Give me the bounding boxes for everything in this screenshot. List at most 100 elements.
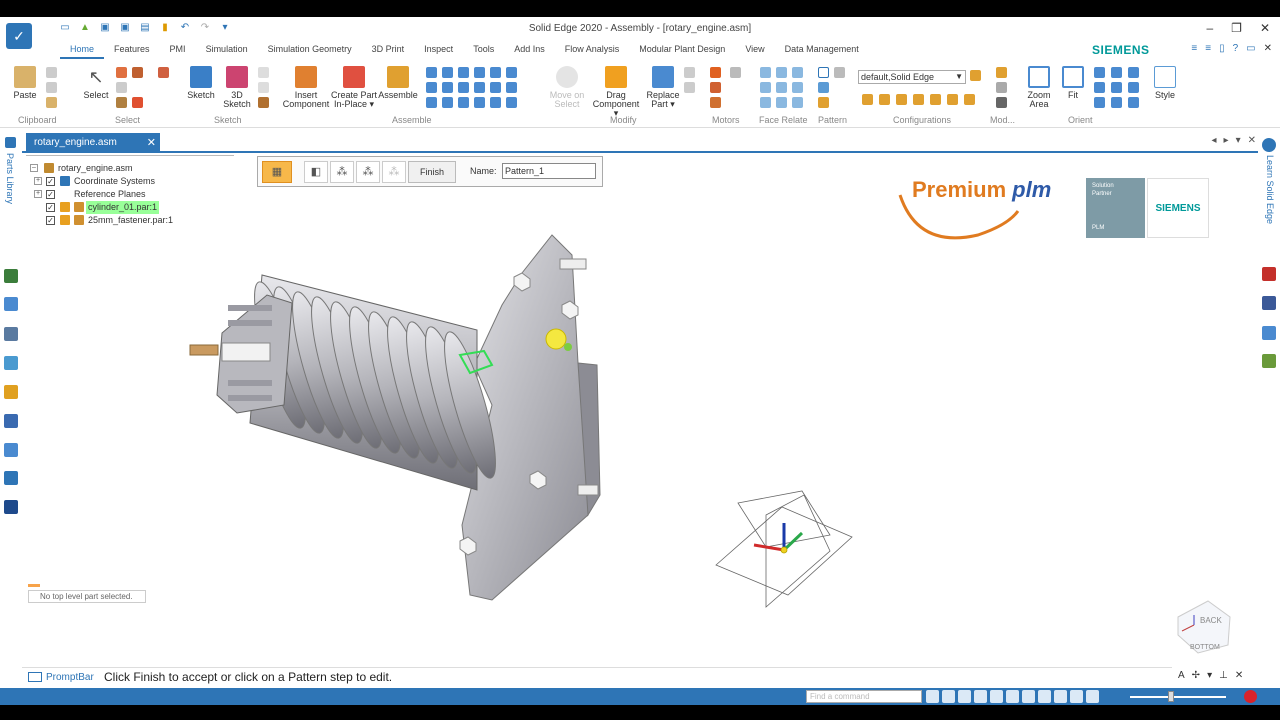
chevron-left-icon[interactable]: ◂ bbox=[1212, 135, 1217, 146]
chevron-down-icon[interactable]: ▾ bbox=[1207, 670, 1212, 681]
select-button[interactable]: ↖ Select bbox=[82, 66, 110, 100]
visibility-checkbox[interactable]: ✓ bbox=[46, 177, 55, 186]
close-icon[interactable]: ✕ bbox=[1248, 135, 1256, 146]
motor-icon[interactable] bbox=[710, 67, 721, 78]
relationship-icon[interactable] bbox=[474, 97, 485, 108]
properties-icon[interactable] bbox=[4, 500, 18, 514]
tab-pmi[interactable]: PMI bbox=[160, 43, 196, 59]
3d-sketch-button[interactable]: 3D Sketch bbox=[222, 66, 252, 109]
pattern-select-step-button[interactable]: ▦ bbox=[262, 161, 292, 183]
configuration-icon[interactable] bbox=[947, 94, 958, 105]
parts-library-icon[interactable] bbox=[5, 137, 16, 148]
pattern-reference-step-button[interactable]: ⁂ bbox=[356, 161, 380, 183]
format-painter-icon[interactable] bbox=[46, 97, 57, 108]
drag-component-button[interactable]: Drag Component ▾ bbox=[590, 66, 642, 118]
relationship-icon[interactable] bbox=[474, 67, 485, 78]
face-relate-icon[interactable] bbox=[792, 82, 803, 93]
find-command-input[interactable]: Find a command bbox=[806, 690, 922, 703]
relationship-icon[interactable] bbox=[442, 97, 453, 108]
cylinder-end-cap[interactable] bbox=[189, 294, 293, 414]
sensors-icon[interactable] bbox=[4, 327, 18, 341]
restore-icon[interactable]: ❐ bbox=[1231, 21, 1242, 35]
modify-tool2-icon[interactable] bbox=[684, 82, 695, 93]
options-icon[interactable]: ≡ bbox=[1191, 43, 1197, 54]
tree-item-fastener[interactable]: ✓ 25mm_fastener.par:1 bbox=[26, 214, 236, 227]
model-icon[interactable] bbox=[996, 67, 1007, 78]
pathfinder-icon[interactable] bbox=[4, 269, 18, 283]
pushpin-icon[interactable]: ⊥ bbox=[1219, 670, 1228, 681]
tree-item-reference-planes[interactable]: + ✓ Reference Planes bbox=[26, 188, 236, 201]
tab-simulation[interactable]: Simulation bbox=[196, 43, 258, 59]
config-save-icon[interactable] bbox=[970, 70, 981, 81]
view-tool-icon[interactable] bbox=[990, 690, 1003, 703]
zoom-slider-handle[interactable] bbox=[1168, 691, 1174, 702]
relationship-icon[interactable] bbox=[458, 97, 469, 108]
tab-flow-analysis[interactable]: Flow Analysis bbox=[555, 43, 630, 59]
expand-icon[interactable]: + bbox=[34, 190, 42, 198]
view-tool-icon[interactable] bbox=[1054, 690, 1067, 703]
select-filter-icon[interactable] bbox=[116, 67, 127, 78]
tree-item-cylinder[interactable]: ✓ cylinder_01.par:1 bbox=[26, 201, 236, 214]
help-icon[interactable]: ? bbox=[1233, 43, 1239, 54]
doc-icon[interactable]: ▯ bbox=[1219, 43, 1225, 54]
family-icon[interactable] bbox=[4, 356, 18, 370]
chevron-right-icon[interactable]: ▸ bbox=[1224, 135, 1229, 146]
relationship-icon[interactable] bbox=[458, 67, 469, 78]
relationship-icon[interactable] bbox=[442, 82, 453, 93]
minimize-icon[interactable]: – bbox=[1206, 21, 1213, 35]
tab-data-management[interactable]: Data Management bbox=[775, 43, 869, 59]
prompt-bar-label[interactable]: PromptBar bbox=[28, 672, 94, 683]
motor2-icon[interactable] bbox=[730, 67, 741, 78]
tab-simulation-geometry[interactable]: Simulation Geometry bbox=[258, 43, 362, 59]
collapse-icon[interactable]: – bbox=[30, 164, 38, 172]
quickpick-icon[interactable] bbox=[158, 67, 169, 78]
view-tool-icon[interactable] bbox=[942, 690, 955, 703]
relationship-icon[interactable] bbox=[490, 82, 501, 93]
tab-view[interactable]: View bbox=[735, 43, 774, 59]
zoom-area-button[interactable]: Zoom Area bbox=[1024, 66, 1054, 109]
sketch-tool3-icon[interactable] bbox=[258, 97, 269, 108]
select-tool-icon[interactable] bbox=[132, 67, 143, 78]
view-tool-icon[interactable] bbox=[974, 690, 987, 703]
pattern-part-step-button[interactable]: ◧ bbox=[304, 161, 328, 183]
youtube-icon[interactable] bbox=[1262, 267, 1276, 281]
relationship-icon[interactable] bbox=[426, 97, 437, 108]
expand-icon[interactable]: + bbox=[34, 177, 42, 185]
relationship-icon[interactable] bbox=[474, 82, 485, 93]
community-icon[interactable] bbox=[1262, 326, 1276, 340]
select-group-icon[interactable] bbox=[116, 97, 127, 108]
model2-icon[interactable] bbox=[996, 82, 1007, 93]
tab-inspect[interactable]: Inspect bbox=[414, 43, 463, 59]
copy-icon[interactable] bbox=[46, 82, 57, 93]
replace-part-button[interactable]: Replace Part ▾ bbox=[644, 66, 682, 109]
views-icon[interactable] bbox=[4, 414, 18, 428]
motor3-icon[interactable] bbox=[710, 82, 721, 93]
layers-icon[interactable] bbox=[4, 297, 18, 311]
chevron-down-icon[interactable]: ▾ bbox=[1236, 135, 1241, 146]
view-tool-icon[interactable] bbox=[1070, 690, 1083, 703]
minimize-ribbon-icon[interactable]: ▭ bbox=[1246, 43, 1255, 54]
face-relate-icon[interactable] bbox=[760, 97, 771, 108]
model3-icon[interactable] bbox=[996, 97, 1007, 108]
configuration-icon[interactable] bbox=[930, 94, 941, 105]
face-relate-icon[interactable] bbox=[776, 82, 787, 93]
pattern-name-input[interactable]: Pattern_1 bbox=[502, 163, 596, 179]
face-relate-icon[interactable] bbox=[792, 67, 803, 78]
assemble-button[interactable]: Assemble bbox=[378, 66, 418, 100]
configuration-icon[interactable] bbox=[913, 94, 924, 105]
font-size-icon[interactable]: A bbox=[1178, 670, 1185, 681]
settings-icon[interactable] bbox=[4, 471, 18, 485]
pattern4-icon[interactable] bbox=[818, 97, 829, 108]
close-icon[interactable]: ✕ bbox=[1260, 21, 1270, 35]
configuration-select[interactable]: default,Solid Edge ▼ bbox=[858, 70, 966, 84]
view-tool-icon[interactable] bbox=[1038, 690, 1051, 703]
configuration-icon[interactable] bbox=[862, 94, 873, 105]
pattern-feature-step-button[interactable]: ⁂ bbox=[330, 161, 354, 183]
orient-icon[interactable] bbox=[1094, 82, 1105, 93]
relationship-icon[interactable] bbox=[506, 67, 517, 78]
relationship-icon[interactable] bbox=[490, 67, 501, 78]
orient-icon[interactable] bbox=[1111, 67, 1122, 78]
tree-root[interactable]: – rotary_engine.asm bbox=[26, 162, 236, 175]
relationship-icon[interactable] bbox=[458, 82, 469, 93]
visibility-checkbox[interactable]: ✓ bbox=[46, 216, 55, 225]
